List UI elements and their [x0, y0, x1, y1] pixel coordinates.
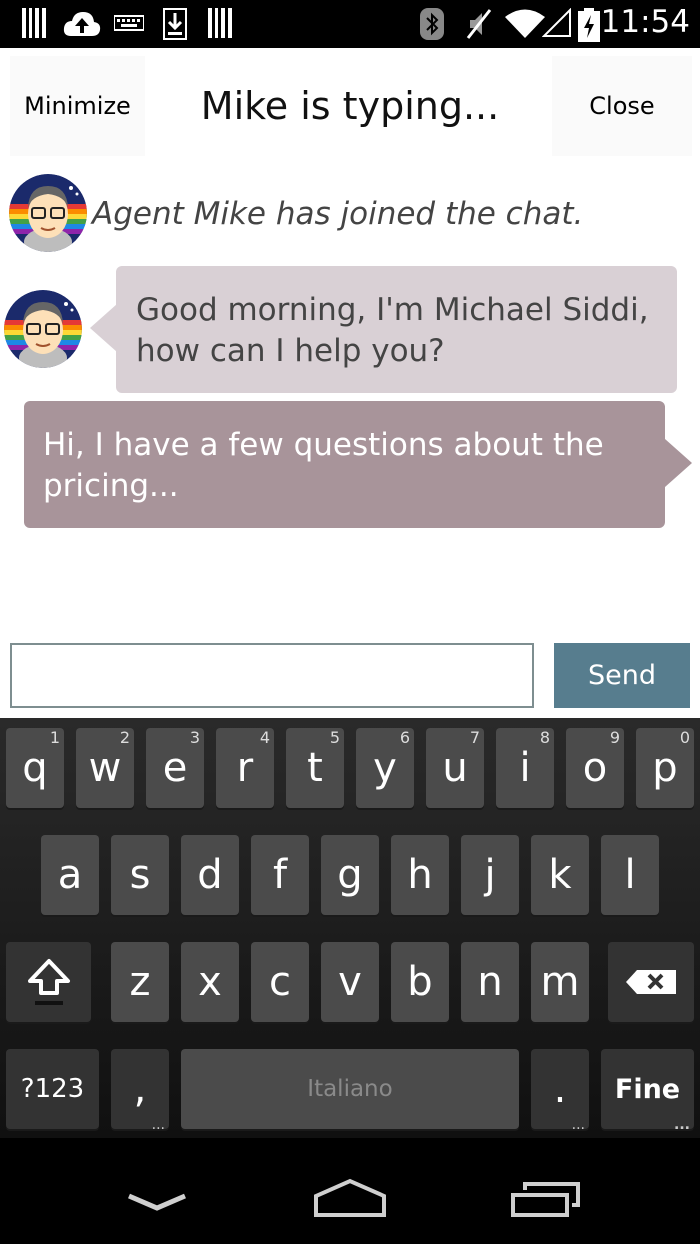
key-a[interactable]: a: [41, 835, 99, 915]
key-label: o: [582, 745, 608, 791]
close-button[interactable]: Close: [552, 56, 692, 156]
key-i[interactable]: i8: [496, 728, 554, 808]
period-key[interactable]: ....: [531, 1049, 589, 1133]
key-f[interactable]: f: [251, 835, 309, 915]
wifi-icon: [505, 9, 545, 38]
key-label: q: [22, 745, 48, 791]
user-message-bubble: Hi, I have a few questions about the pri…: [24, 401, 692, 528]
more-keys-indicator: ...: [674, 1117, 690, 1133]
key-e[interactable]: e3: [146, 728, 204, 808]
symbols-key[interactable]: ?123: [6, 1049, 99, 1129]
minimize-button[interactable]: Minimize: [10, 56, 145, 156]
download-icon: [163, 8, 187, 40]
key-label: t: [307, 745, 323, 791]
battery-charging-icon: [578, 8, 600, 42]
key-hint: 5: [329, 728, 340, 747]
key-hint: 8: [539, 728, 550, 747]
space-key[interactable]: Italiano: [181, 1049, 519, 1129]
recent-apps-icon[interactable]: [510, 1180, 582, 1218]
key-label: .: [553, 1066, 567, 1112]
more-keys-indicator: ...: [151, 1117, 165, 1133]
navigation-bar: [0, 1138, 700, 1244]
agent-message-line: Good morning, I'm Michael Siddi,: [136, 292, 649, 328]
key-y[interactable]: y6: [356, 728, 414, 808]
backspace-icon: [626, 970, 676, 994]
agent-avatar: [4, 290, 82, 368]
key-label: e: [162, 745, 188, 791]
home-icon[interactable]: [313, 1178, 387, 1218]
key-m[interactable]: m: [531, 942, 589, 1022]
more-keys-indicator: ...: [571, 1117, 585, 1133]
agent-avatar: [9, 174, 87, 252]
status-clock: 11:54: [600, 4, 690, 40]
agent-message-line: how can I help you?: [136, 333, 445, 369]
bluetooth-icon: [420, 8, 444, 40]
key-label: ,: [133, 1066, 147, 1112]
key-hint: 4: [259, 728, 270, 747]
barcode-icon: [22, 8, 46, 38]
soft-keyboard: q1 w2 e3 r4 t5 y6 u7 i8 o9 p0 a s d f g …: [0, 718, 700, 1138]
key-d[interactable]: d: [181, 835, 239, 915]
key-hint: 1: [49, 728, 60, 747]
key-x[interactable]: x: [181, 942, 239, 1022]
key-p[interactable]: p0: [636, 728, 694, 808]
key-hint: 7: [469, 728, 480, 747]
key-q[interactable]: q1: [6, 728, 64, 808]
key-t[interactable]: t5: [286, 728, 344, 808]
key-label: w: [88, 745, 122, 791]
key-hint: 6: [399, 728, 410, 747]
key-r[interactable]: r4: [216, 728, 274, 808]
message-input[interactable]: [10, 643, 534, 708]
status-bar: 11:54: [0, 0, 700, 48]
key-hint: 9: [609, 728, 620, 747]
key-b[interactable]: b: [391, 942, 449, 1022]
signal-icon: [542, 8, 571, 37]
chat-title: Mike is typing...: [200, 84, 500, 128]
key-k[interactable]: k: [531, 835, 589, 915]
barcode-icon: [208, 8, 232, 38]
key-label: i: [519, 745, 531, 791]
mute-icon: [466, 9, 492, 39]
key-c[interactable]: c: [251, 942, 309, 1022]
agent-message-bubble: Good morning, I'm Michael Siddi, how can…: [90, 266, 677, 393]
key-hint: 2: [119, 728, 130, 747]
enter-key[interactable]: Fine...: [601, 1049, 694, 1133]
chat-window: Minimize Mike is typing... Close Agent M…: [0, 48, 700, 718]
key-n[interactable]: n: [461, 942, 519, 1022]
key-hint: 3: [189, 728, 200, 747]
user-message-line: Hi, I have a few questions about the: [43, 427, 604, 463]
send-button[interactable]: Send: [554, 643, 690, 708]
shift-icon: [27, 959, 70, 1005]
key-label: u: [442, 745, 468, 791]
backspace-key[interactable]: [608, 942, 694, 1022]
key-v[interactable]: v: [321, 942, 379, 1022]
key-g[interactable]: g: [321, 835, 379, 915]
key-label: p: [652, 745, 678, 791]
key-label: y: [373, 745, 397, 791]
key-w[interactable]: w2: [76, 728, 134, 808]
chat-header: Minimize Mike is typing... Close: [0, 48, 700, 158]
key-s[interactable]: s: [111, 835, 169, 915]
key-label: Fine: [614, 1073, 681, 1105]
keyboard-icon: [114, 15, 144, 31]
comma-key[interactable]: ,...: [111, 1049, 169, 1133]
key-u[interactable]: u7: [426, 728, 484, 808]
key-hint: 0: [679, 728, 690, 747]
key-j[interactable]: j: [461, 835, 519, 915]
shift-key[interactable]: [6, 942, 91, 1022]
system-message: Agent Mike has joined the chat.: [92, 196, 584, 232]
key-h[interactable]: h: [391, 835, 449, 915]
key-z[interactable]: z: [111, 942, 169, 1022]
key-o[interactable]: o9: [566, 728, 624, 808]
key-l[interactable]: l: [601, 835, 659, 915]
back-icon[interactable]: [126, 1192, 188, 1214]
user-message-line: pricing...: [43, 468, 179, 504]
cloud-upload-icon: [63, 12, 101, 36]
key-label: r: [236, 745, 254, 791]
